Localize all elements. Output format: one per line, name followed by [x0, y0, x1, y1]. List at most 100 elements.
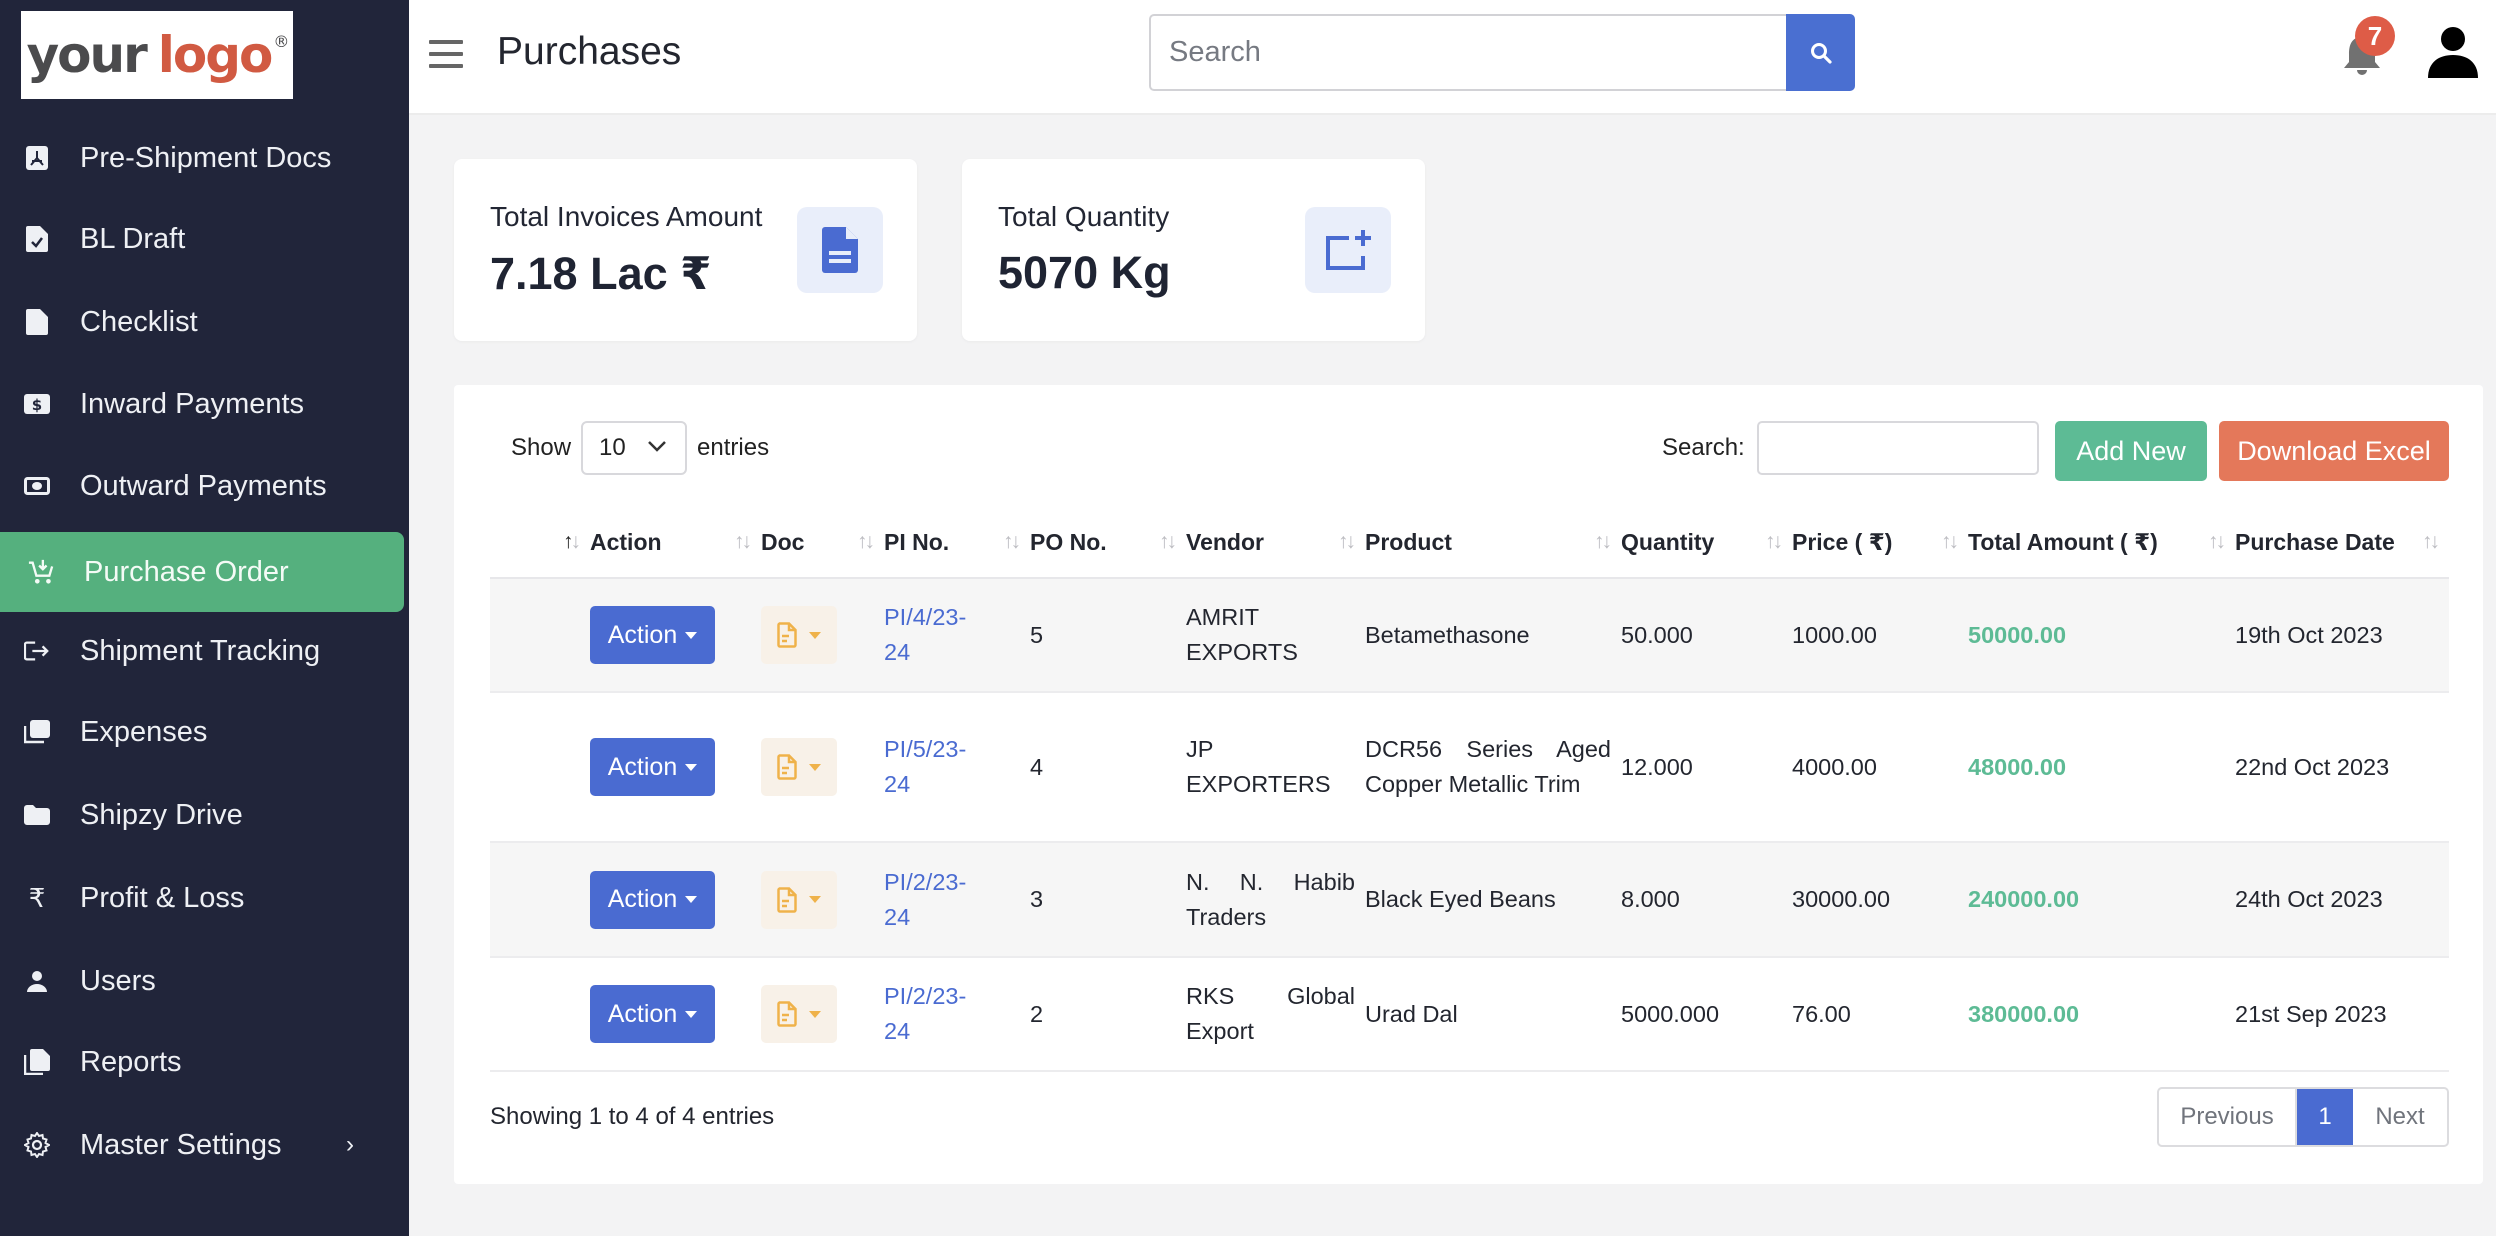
file-text-icon: [777, 1001, 797, 1027]
sort-icon: ↑↓: [734, 530, 752, 553]
file-check-icon: [24, 226, 50, 252]
action-cell: Action: [590, 578, 761, 693]
file-text-icon: [777, 754, 797, 780]
sort-icon: ↑↓: [1003, 530, 1021, 553]
hamburger-line: [429, 64, 463, 68]
column-header-purchase-date[interactable]: Purchase Date ↑↓: [2235, 508, 2449, 579]
doc-cell: [761, 842, 884, 958]
sidebar-item-shipment-tracking[interactable]: Shipment Tracking: [0, 611, 404, 691]
file-text-icon: [777, 886, 797, 913]
search-input[interactable]: [1149, 14, 1786, 91]
column-header-action[interactable]: Action ↑↓: [590, 508, 761, 579]
doc-dropdown-button[interactable]: [761, 870, 837, 929]
show-label: Show: [511, 434, 572, 461]
folder-icon: [24, 802, 50, 828]
page-title: Purchases: [497, 30, 682, 73]
table-row: Action PI/2/23- 24 2 RKS Global Export Urad D…: [490, 957, 2449, 1072]
po-no-cell: 3: [1030, 842, 1186, 958]
purchase-date-cell: 24th Oct 2023: [2235, 842, 2449, 958]
sidebar-item-expenses[interactable]: Expenses: [0, 692, 404, 772]
pi-number-link[interactable]: PI/2/23- 24: [884, 865, 994, 935]
previous-page-button[interactable]: Previous: [2159, 1089, 2297, 1145]
logo[interactable]: your logo ®: [21, 11, 293, 99]
vendor-cell: N. N. Habib Traders: [1186, 842, 1365, 958]
entries-length-select[interactable]: 10: [581, 421, 688, 475]
column-header-po-no[interactable]: PO No. ↑↓: [1030, 508, 1186, 579]
entries-length-value: 10: [599, 434, 626, 461]
table-search-label: Search:: [1662, 434, 1745, 461]
doc-dropdown-button[interactable]: [761, 738, 837, 796]
caret-down-icon: [685, 763, 698, 771]
sidebar-item-master-settings[interactable]: Master Settings ›: [0, 1105, 404, 1185]
po-no-cell: 5: [1030, 578, 1186, 693]
column-header-quantity[interactable]: Quantity ↑↓: [1621, 508, 1792, 579]
purchases-table-panel: Show 10 entries Search: Add New Download…: [454, 385, 2483, 1184]
column-header-index[interactable]: ↑↓: [490, 508, 590, 579]
column-header-price[interactable]: Price ( ₹) ↑↓: [1792, 508, 1968, 579]
sidebar-item-outward-payments[interactable]: Outward Payments: [0, 446, 404, 526]
sidebar-item-purchase-order[interactable]: Purchase Order: [0, 532, 404, 612]
sort-icon: ↑↓: [857, 530, 875, 553]
quantity-cell: 12.000: [1621, 692, 1792, 843]
sidebar-item-shipzy-drive[interactable]: Shipzy Drive: [0, 775, 404, 855]
action-dropdown-button[interactable]: Action: [590, 738, 715, 796]
page-1-button[interactable]: 1: [2297, 1089, 2353, 1145]
search-button[interactable]: [1786, 14, 1855, 91]
logo-text: your logo ®: [27, 26, 290, 84]
sidebar-item-label: Expenses: [80, 715, 208, 748]
sidebar-item-inward-payments[interactable]: $ Inward Payments: [0, 364, 404, 444]
sidebar-item-bl-draft[interactable]: BL Draft: [0, 199, 404, 279]
purchase-date-cell: 21st Sep 2023: [2235, 957, 2449, 1072]
column-header-product[interactable]: Product ↑↓: [1365, 508, 1621, 579]
sidebar-item-users[interactable]: Users: [0, 941, 404, 1021]
next-page-button[interactable]: Next: [2353, 1089, 2447, 1145]
sidebar-item-label: Users: [80, 964, 156, 997]
chevron-down-icon: [648, 441, 666, 452]
caret-down-icon: [809, 763, 821, 771]
chevron-right-icon: ›: [346, 1131, 354, 1158]
column-header-vendor[interactable]: Vendor ↑↓: [1186, 508, 1365, 579]
sidebar-item-label: Profit & Loss: [80, 881, 245, 914]
doc-dropdown-button[interactable]: [761, 985, 837, 1043]
quantity-cell: 8.000: [1621, 842, 1792, 958]
sidebar-item-label: Purchase Order: [84, 555, 289, 588]
entries-label: entries: [697, 434, 770, 461]
doc-cell: [761, 692, 884, 843]
rupee-icon: ₹: [28, 882, 46, 913]
sidebar-item-label: Outward Payments: [80, 469, 327, 502]
action-dropdown-button[interactable]: Action: [590, 606, 715, 664]
column-header-doc[interactable]: Doc ↑↓: [761, 508, 884, 579]
action-cell: Action: [590, 842, 761, 958]
menu-toggle-button[interactable]: [429, 40, 463, 68]
row-index-cell: [490, 842, 590, 958]
sidebar-item-label: Inward Payments: [80, 387, 305, 420]
pi-number-link[interactable]: PI/4/23- 24: [884, 600, 994, 670]
show-entries: Show 10 entries: [511, 421, 769, 475]
column-header-total-amount[interactable]: Total Amount ( ₹) ↑↓: [1968, 508, 2235, 579]
sidebar-item-checklist[interactable]: Checklist: [0, 282, 404, 362]
add-box-icon: [1326, 230, 1371, 270]
sidebar-item-reports[interactable]: Reports: [0, 1022, 404, 1102]
add-new-button[interactable]: Add New: [2055, 421, 2207, 481]
caret-down-icon: [809, 1010, 821, 1018]
purchases-table: ↑↓ Action ↑↓ Doc ↑↓ PI No. ↑↓ PO No. ↑↓ Vend…: [490, 508, 2449, 1072]
action-dropdown-button[interactable]: Action: [590, 985, 715, 1043]
sidebar-item-profit-loss[interactable]: ₹ Profit & Loss: [0, 858, 404, 938]
user-avatar-icon[interactable]: [2425, 26, 2481, 78]
quantity-cell: 5000.000: [1621, 957, 1792, 1072]
doc-dropdown-button[interactable]: [761, 606, 837, 664]
sort-icon: ↑↓: [1765, 530, 1783, 553]
table-search-input[interactable]: [1756, 421, 2039, 475]
action-dropdown-button[interactable]: Action: [590, 870, 715, 929]
total-amount-cell: 380000.00: [1968, 957, 2235, 1072]
table-row: Action PI/5/23- 24 4 JP EXPORTERS DCR56 Serie…: [490, 692, 2449, 843]
download-excel-button[interactable]: Download Excel: [2219, 421, 2449, 481]
sidebar-item-label: Pre-Shipment Docs: [80, 141, 332, 174]
pi-number-link[interactable]: PI/5/23- 24: [884, 732, 994, 802]
sidebar-item-label: Shipzy Drive: [80, 798, 243, 831]
column-header-pi-no[interactable]: PI No. ↑↓: [884, 508, 1030, 579]
sort-icon: ↑↓: [2422, 530, 2440, 553]
pi-number-link[interactable]: PI/2/23- 24: [884, 979, 994, 1049]
sidebar-item-pre-shipment-docs[interactable]: Pre-Shipment Docs: [0, 118, 404, 198]
quantity-cell: 50.000: [1621, 578, 1792, 693]
